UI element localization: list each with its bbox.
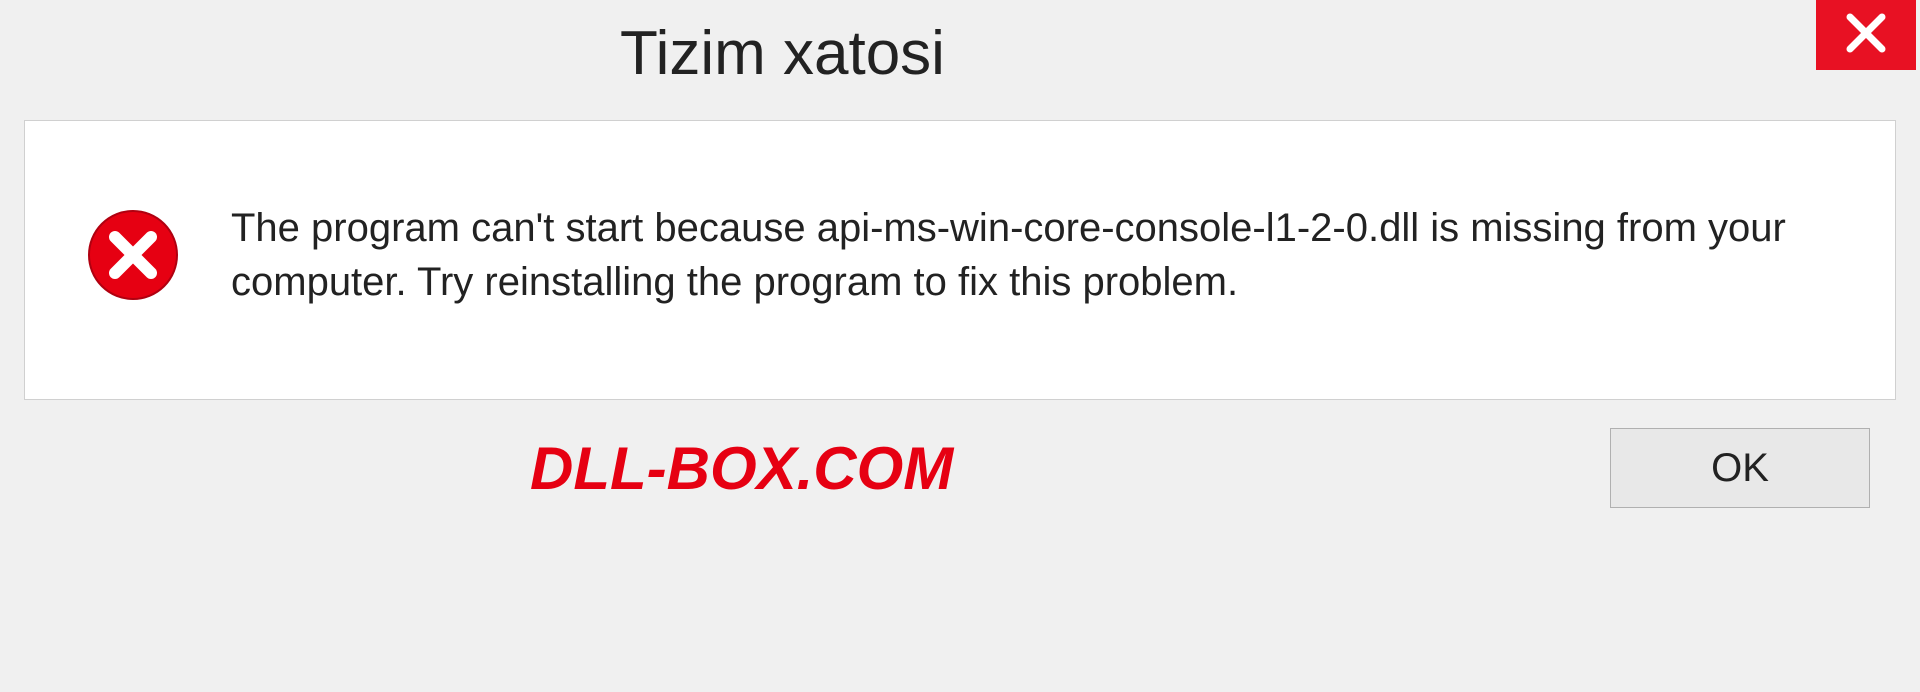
ok-button[interactable]: OK — [1610, 428, 1870, 508]
dialog-title: Tizim xatosi — [0, 0, 945, 89]
watermark-text: DLL-BOX.COM — [40, 434, 953, 503]
close-icon — [1844, 11, 1888, 60]
error-message: The program can't start because api-ms-w… — [231, 201, 1811, 309]
message-panel: The program can't start because api-ms-w… — [24, 120, 1896, 400]
ok-button-label: OK — [1711, 446, 1769, 491]
titlebar: Tizim xatosi — [0, 0, 1920, 110]
dialog-footer: DLL-BOX.COM OK — [0, 400, 1920, 508]
close-button[interactable] — [1816, 0, 1916, 70]
error-icon — [85, 207, 181, 303]
